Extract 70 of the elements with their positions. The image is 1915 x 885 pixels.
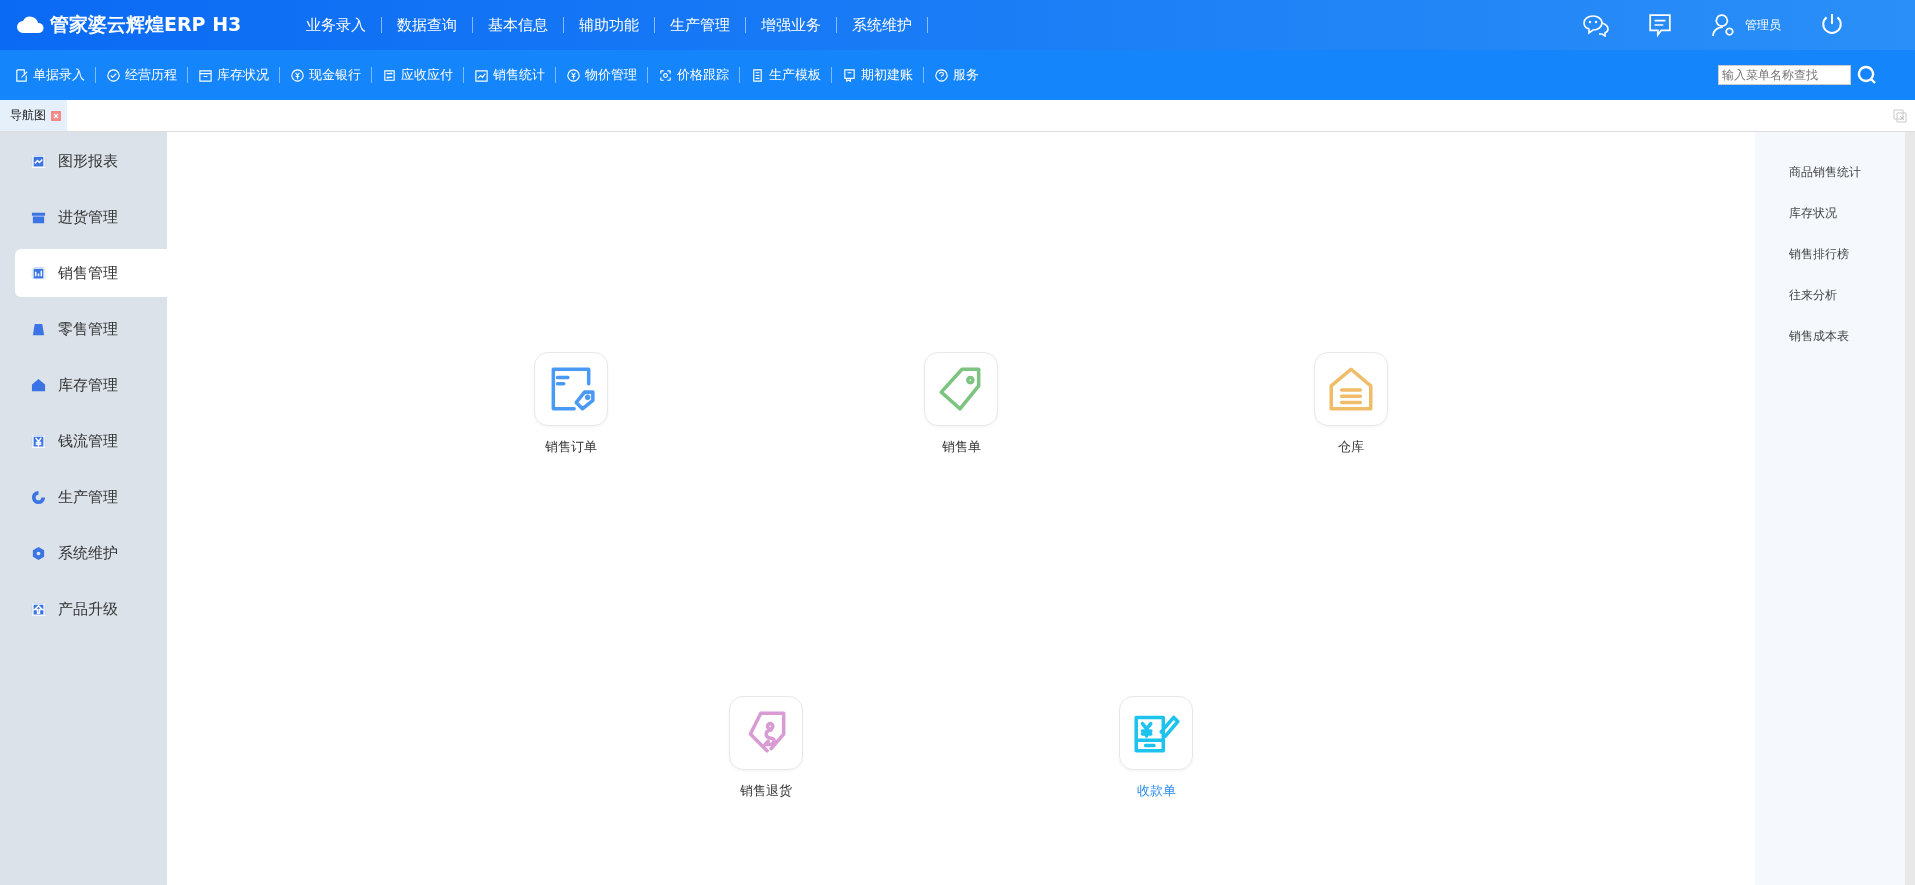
shortcut-item[interactable]: 销售退货 (571, 696, 961, 800)
toolbar-item[interactable]: 服务 (934, 66, 989, 84)
report-link[interactable]: 往来分析 (1789, 287, 1905, 304)
logo-text: 管家婆云辉煌ERP H3 (50, 12, 242, 37)
calendar-icon[interactable] (198, 67, 213, 83)
shortcut-item[interactable]: 收款单 (961, 696, 1351, 800)
nav-menu-item[interactable]: 生产管理 (655, 15, 745, 35)
help-icon[interactable] (934, 67, 949, 83)
toolbar-item[interactable]: 单据录入 (14, 66, 95, 84)
nav-menu-item[interactable]: 业务录入 (291, 15, 381, 35)
ledger-icon[interactable] (842, 67, 857, 83)
order-form-icon[interactable] (534, 352, 608, 426)
coin-icon[interactable] (566, 67, 581, 83)
search-field[interactable]: 输入菜单名称查找 (1718, 65, 1851, 85)
toolbar-item[interactable]: 经营历程 (106, 66, 187, 84)
sidebar-item[interactable]: 零售管理 (15, 305, 167, 353)
pencil-note-icon[interactable] (14, 67, 29, 83)
warehouse-icon[interactable] (1314, 352, 1388, 426)
coin-icon[interactable] (290, 67, 305, 83)
report-link[interactable]: 库存状况 (1789, 205, 1905, 222)
nav-menu-item[interactable]: 数据查询 (382, 15, 472, 35)
chat-bubbles-icon[interactable] (1583, 13, 1609, 37)
sidebar-item[interactable]: 图形报表 (15, 137, 167, 185)
cloud-icon (16, 16, 46, 34)
tag-icon[interactable] (924, 352, 998, 426)
sidebar-item[interactable]: 销售管理 (15, 249, 167, 297)
hexagon-icon[interactable] (31, 545, 46, 561)
toolbar-item[interactable]: 库存状况 (198, 66, 279, 84)
sidebar-item[interactable]: 产品升级 (15, 585, 167, 633)
toolbar-item[interactable]: 销售统计 (474, 66, 555, 84)
upload-icon[interactable] (31, 601, 46, 617)
close-icon[interactable] (51, 110, 61, 121)
report-link[interactable]: 销售成本表 (1789, 328, 1905, 345)
toolbar-item[interactable]: 生产模板 (750, 66, 831, 84)
toolbar-item[interactable]: 价格跟踪 (658, 66, 739, 84)
shortcut-item[interactable]: 销售订单 (376, 352, 766, 456)
toolbar-item[interactable]: 现金银行 (290, 66, 371, 84)
toolbar-item[interactable]: 物价管理 (566, 66, 647, 84)
shortcut-item[interactable]: 仓库 (1156, 352, 1546, 456)
sidebar-item[interactable]: 进货管理 (15, 193, 167, 241)
search-icon[interactable] (1857, 65, 1877, 85)
shortcut-item[interactable]: 销售单 (766, 352, 1156, 456)
tab[interactable]: 导航图 (0, 100, 67, 131)
house-icon[interactable] (31, 377, 46, 393)
line-chart-icon[interactable] (474, 67, 489, 83)
trend-chart-icon[interactable] (31, 153, 46, 169)
sidebar-item[interactable]: 库存管理 (15, 361, 167, 409)
power-icon[interactable] (1819, 13, 1845, 37)
exchange-icon[interactable] (382, 67, 397, 83)
bag-icon[interactable] (31, 321, 46, 337)
sidebar-item[interactable]: 生产管理 (15, 473, 167, 521)
nav-menu-item[interactable]: 系统维护 (837, 15, 927, 35)
nav-menu-item[interactable]: 基本信息 (473, 15, 563, 35)
message-icon[interactable] (1647, 13, 1673, 37)
receipt-icon[interactable] (1119, 696, 1193, 770)
nav-menu-item[interactable]: 增强业务 (746, 15, 836, 35)
sidebar-item[interactable]: 系统维护 (15, 529, 167, 577)
sidebar-item[interactable]: 钱流管理 (15, 417, 167, 465)
tab-label[interactable]: 导航图 (10, 107, 46, 124)
report-link[interactable]: 销售排行榜 (1789, 246, 1905, 263)
focus-frame-icon[interactable] (658, 67, 673, 83)
yen-icon[interactable] (31, 433, 46, 449)
document-icon[interactable] (750, 67, 765, 83)
report-link[interactable]: 商品销售统计 (1789, 164, 1905, 181)
bar-chart-icon[interactable] (31, 265, 46, 281)
nav-menu-item[interactable]: 辅助功能 (564, 15, 654, 35)
return-tag-icon[interactable] (729, 696, 803, 770)
user-icon[interactable] (1711, 13, 1737, 37)
toolbar-item[interactable]: 应收应付 (382, 66, 463, 84)
toolbar-item[interactable]: 期初建账 (842, 66, 923, 84)
